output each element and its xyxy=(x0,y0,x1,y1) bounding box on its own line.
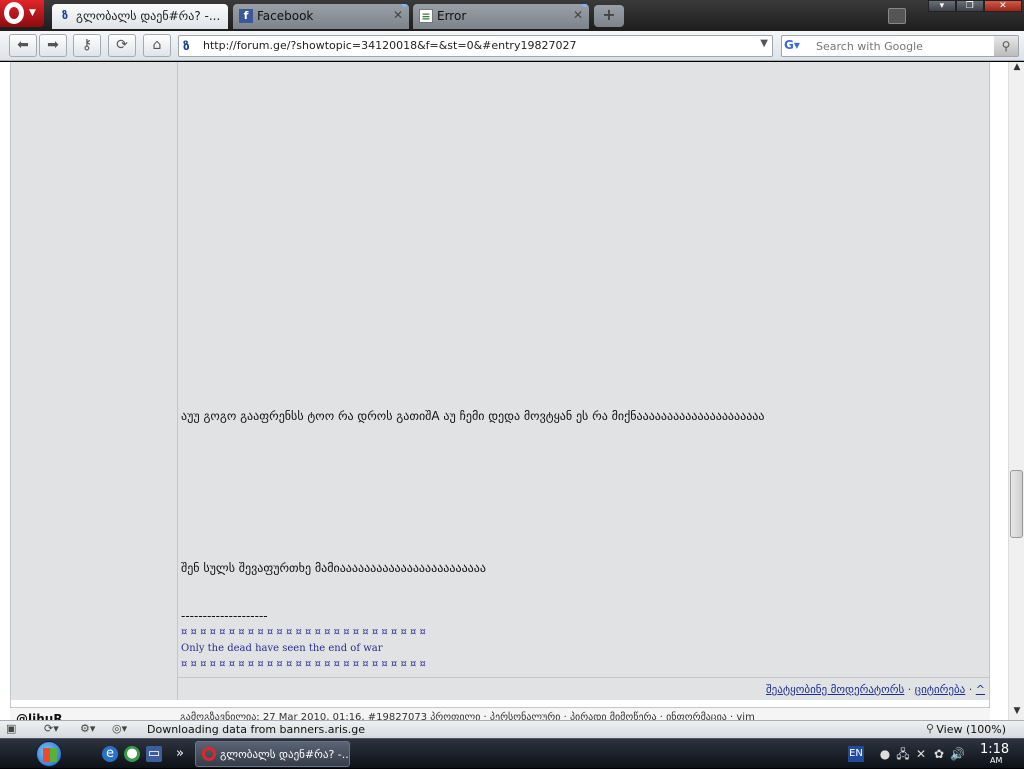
status-bar: ▣ ⟳▾ ⚙▾ ◎▾ Downloading data from banners… xyxy=(0,720,1024,738)
post-footer: შეატყობინე მოდერატორს · ციტირება · ^ xyxy=(178,677,990,700)
sync-icon[interactable]: ⟳▾ xyxy=(44,722,59,737)
close-icon[interactable]: ✕ xyxy=(573,8,583,22)
windows-logo-icon xyxy=(43,748,57,762)
page-icon: ≡ xyxy=(419,9,433,23)
network-icon[interactable]: 🖧 xyxy=(896,747,910,761)
tab-title: Facebook xyxy=(257,9,314,23)
tab-title: Error xyxy=(437,9,467,23)
tab-forum[interactable]: ზ გლობალს დაენ#რა? -... xyxy=(52,4,228,29)
antivirus-icon[interactable]: ✿ xyxy=(932,747,946,761)
internet-explorer-icon[interactable]: e xyxy=(102,746,118,762)
chevron-down-icon[interactable]: ▼ xyxy=(760,38,768,49)
zoom-icon[interactable]: ⚲ xyxy=(926,722,934,737)
taskbar-item-title: გლობალს დაენ#რა? -... xyxy=(220,748,350,761)
forward-button[interactable]: ➡ xyxy=(39,34,67,57)
separator: · xyxy=(968,683,973,696)
post-author-column xyxy=(10,62,178,700)
search-icon[interactable]: ⚲ xyxy=(994,36,1018,56)
status-text: Downloading data from banners.aris.ge xyxy=(147,723,366,736)
search-box: G▾ ⚲ xyxy=(781,35,1019,57)
taskbar-item-opera[interactable]: გლობალს დაენ#რა? -... xyxy=(195,741,350,767)
clock[interactable]: 1:18 xyxy=(980,742,1009,757)
opera-logo-icon xyxy=(4,2,24,24)
search-input[interactable] xyxy=(816,38,992,54)
disconnected-icon[interactable]: ✕ xyxy=(914,747,928,761)
tray-app-icon[interactable]: ● xyxy=(878,747,892,761)
signature-quote: Only the dead have seen the end of war xyxy=(181,643,383,654)
page-content: აუუ გოგო გააფრენსს ტოო რა დროს გათიშA აუ… xyxy=(0,62,1008,720)
close-icon[interactable]: ✕ xyxy=(393,8,403,22)
system-tray: EN ● 🖧 ✕ ✿ 🔊 1:18 AM xyxy=(848,739,1024,769)
trash-can-icon[interactable] xyxy=(888,8,906,24)
post-meta: გამოგზავნილია: 27 Mar 2010, 01:16, #1982… xyxy=(180,712,755,720)
new-tab-button[interactable]: + xyxy=(594,5,624,27)
back-button[interactable]: ⬅ xyxy=(9,34,37,57)
vertical-scrollbar[interactable]: ▲ ▼ xyxy=(1008,62,1024,720)
window-controls: ▾ ❐ ✕ xyxy=(928,0,1022,12)
signature-divider: -------------------- xyxy=(181,609,268,623)
next-post-header: @lihuR გამოგზავნილია: 27 Mar 2010, 01:16… xyxy=(10,707,990,720)
wand-key-button[interactable]: ⚷ xyxy=(73,34,101,57)
post-body: აუუ გოგო გააფრენსს ტოო რა დროს გათიშA აუ… xyxy=(178,62,990,677)
unite-icon[interactable]: ⚙▾ xyxy=(80,722,95,737)
opera-menu-button[interactable]: ▼ xyxy=(0,0,44,27)
restore-button[interactable]: ❐ xyxy=(955,0,984,12)
start-button[interactable] xyxy=(36,741,62,767)
tab-activity-dot xyxy=(582,4,587,7)
more-quicklaunch-icon[interactable]: » xyxy=(172,746,188,762)
turbo-icon[interactable]: ◎▾ xyxy=(112,722,127,737)
signature-stars: ¤ ¤ ¤ ¤ ¤ ¤ ¤ ¤ ¤ ¤ ¤ ¤ ¤ ¤ ¤ ¤ ¤ ¤ ¤ ¤ … xyxy=(181,659,426,670)
back-to-top-link[interactable]: ^ xyxy=(976,683,985,696)
tab-facebook[interactable]: f Facebook ✕ xyxy=(233,4,409,29)
forum-logo-icon: ზ xyxy=(183,39,190,53)
tab-error[interactable]: ≡ Error ✕ xyxy=(413,4,589,29)
home-button[interactable]: ⌂ xyxy=(143,34,171,57)
tab-bar: ▼ ზ გლობალს დაენ#რა? -... f Facebook ✕ ≡… xyxy=(0,0,1024,31)
reload-button[interactable]: ⟳ xyxy=(108,34,136,57)
scrollbar-thumb[interactable] xyxy=(1010,470,1023,538)
tab-activity-dot xyxy=(402,4,407,7)
report-to-moderator-link[interactable]: შეატყობინე მოდერატორს xyxy=(766,683,904,696)
opera-logo-icon xyxy=(202,747,216,761)
language-indicator[interactable]: EN xyxy=(848,746,864,762)
scroll-down-icon[interactable]: ▼ xyxy=(1009,706,1024,720)
navigation-bar: ⬅ ➡ ⚷ ⟳ ⌂ ზ http://forum.ge/?showtopic=3… xyxy=(0,31,1024,61)
post-text-line: შენ სულს შევაფურთხე მამიაააააააააააააააა… xyxy=(181,561,486,575)
signature-stars: ¤ ¤ ¤ ¤ ¤ ¤ ¤ ¤ ¤ ¤ ¤ ¤ ¤ ¤ ¤ ¤ ¤ ¤ ¤ ¤ … xyxy=(181,627,426,638)
taskbar: e ● ▭ » გლობალს დაენ#რა? -... EN ● 🖧 ✕ ✿… xyxy=(0,738,1024,768)
close-window-button[interactable]: ✕ xyxy=(983,0,1022,12)
volume-icon[interactable]: 🔊 xyxy=(950,747,965,761)
post-spacer xyxy=(10,700,990,707)
tab-title: გლობალს დაენ#რა? -... xyxy=(76,9,221,23)
google-search-engine-icon[interactable]: G▾ xyxy=(784,38,812,54)
minimize-button[interactable]: ▾ xyxy=(928,0,956,12)
scroll-up-icon[interactable]: ▲ xyxy=(1009,62,1024,76)
address-field[interactable]: ზ http://forum.ge/?showtopic=34120018&f=… xyxy=(178,35,773,57)
panel-toggle-icon[interactable]: ▣ xyxy=(6,722,16,737)
separator: · xyxy=(907,683,912,696)
zoom-level[interactable]: View (100%) xyxy=(936,723,1006,736)
url-text: http://forum.ge/?showtopic=34120018&f=&s… xyxy=(203,39,577,52)
clock-ampm: AM xyxy=(990,756,1003,765)
chevron-down-icon: ▼ xyxy=(29,8,36,18)
quote-link[interactable]: ციტირება xyxy=(915,683,966,696)
post-author-name[interactable]: @lihuR xyxy=(16,712,63,720)
facebook-icon: f xyxy=(239,9,253,23)
forum-logo-icon: ზ xyxy=(61,9,69,22)
globe-icon[interactable]: ● xyxy=(124,746,140,762)
post-text-line: აუუ გოგო გააფრენსს ტოო რა დროს გათიშA აუ… xyxy=(181,409,765,423)
show-desktop-icon[interactable]: ▭ xyxy=(146,746,162,762)
